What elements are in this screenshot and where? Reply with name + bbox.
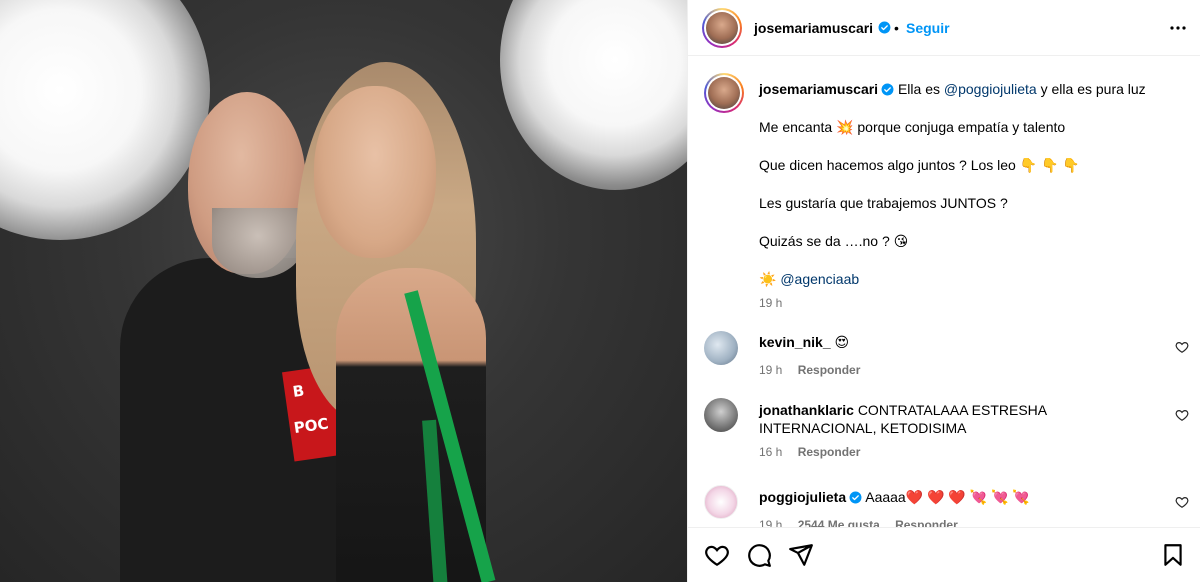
comment-meta: 19 h 2544 Me gusta Responder (759, 518, 1159, 527)
caption-line-5: Quizás se da ….no ? 😘 (759, 233, 909, 249)
caption-avatar[interactable] (704, 73, 744, 113)
man-beard (212, 208, 304, 278)
comment-username[interactable]: jonathanklaric (759, 402, 854, 418)
comment-item: poggiojulieta Aaaaa❤️ ❤️ ❤️ 💘 💘 💘 19 h 2… (759, 488, 1159, 527)
caption-line-1: josemariamuscari Ella es @poggiojulieta … (759, 80, 1179, 98)
caption-text-after: y ella es pura luz (1036, 81, 1146, 97)
comment-like-heart-icon[interactable] (1175, 408, 1189, 422)
comment-icon[interactable] (746, 542, 772, 568)
caption-line-3: Que dicen hacemos algo juntos ? Los leo … (759, 157, 1080, 173)
caption-time: 19 h (759, 296, 783, 310)
comment-avatar[interactable] (704, 485, 738, 519)
caption: josemariamuscari Ella es @poggiojulieta … (759, 80, 1179, 310)
post-photo[interactable]: B POC (0, 0, 687, 582)
caption-line-2: Me encanta 💥 porque conjuga empatía y ta… (759, 119, 1066, 135)
reply-button[interactable]: Responder (895, 518, 958, 527)
comment-text: Aaaaa❤️ ❤️ ❤️ 💘 💘 💘 (865, 489, 1030, 505)
woman-face (314, 86, 436, 258)
caption-line-6: ☀️ @agenciaab (759, 270, 1179, 288)
comment-like-heart-icon[interactable] (1175, 495, 1189, 509)
comment-username[interactable]: kevin_nik_ (759, 334, 831, 350)
verified-badge-icon (881, 83, 894, 96)
comment-item: jonathanklaric CONTRATALAAA ESTRESHA INT… (759, 401, 1159, 459)
wall-lamp-right (500, 0, 687, 190)
sun-emoji: ☀️ (759, 271, 777, 287)
author-avatar[interactable] (702, 8, 742, 48)
heart-icon[interactable] (704, 542, 730, 568)
comments-area[interactable]: josemariamuscari Ella es @poggiojulieta … (688, 57, 1200, 527)
comment-likes[interactable]: 2544 Me gusta (798, 518, 880, 527)
shirt-print-text-2: POC (292, 414, 330, 438)
comment-time: 19 h (759, 363, 783, 377)
author-username[interactable]: josemariamuscari (754, 20, 873, 36)
post-header: josemariamuscari • Seguir (688, 0, 1200, 56)
comment-body: kevin_nik_ 😍 (759, 333, 1139, 351)
send-icon[interactable] (788, 542, 814, 568)
more-options-icon[interactable] (1166, 16, 1190, 40)
separator-dot: • (894, 20, 899, 36)
comment-like-heart-icon[interactable] (1175, 340, 1189, 354)
reply-button[interactable]: Responder (798, 445, 861, 459)
comment-time: 16 h (759, 445, 783, 459)
verified-badge-icon (878, 21, 891, 34)
comment-text: 😍 (834, 334, 850, 350)
caption-text-before: Ella es (897, 81, 944, 97)
comment-meta: 19 h Responder (759, 363, 1139, 377)
comment-body: poggiojulieta Aaaaa❤️ ❤️ ❤️ 💘 💘 💘 (759, 488, 1159, 506)
caption-username[interactable]: josemariamuscari (759, 81, 878, 97)
caption-mention-agency[interactable]: @agenciaab (780, 271, 859, 287)
comment-username[interactable]: poggiojulieta (759, 489, 846, 505)
reply-button[interactable]: Responder (798, 363, 861, 377)
comment-meta: 16 h Responder (759, 445, 1159, 459)
bookmark-icon[interactable] (1160, 542, 1186, 568)
caption-mention[interactable]: @poggiojulieta (944, 81, 1037, 97)
verified-badge-icon (849, 491, 862, 504)
comment-avatar[interactable] (704, 331, 738, 365)
comment-time: 19 h (759, 518, 783, 527)
shirt-print-text-1: B (291, 381, 306, 401)
wall-lamp-left (0, 0, 210, 240)
post-side-panel: josemariamuscari • Seguir josemariamusca… (687, 0, 1200, 582)
comment-avatar[interactable] (704, 398, 738, 432)
comment-body: jonathanklaric CONTRATALAAA ESTRESHA INT… (759, 401, 1159, 437)
follow-button[interactable]: Seguir (906, 20, 950, 36)
comment-item: kevin_nik_ 😍 19 h Responder (759, 333, 1139, 377)
post-action-bar (688, 527, 1200, 582)
caption-line-4: Les gustaría que trabajemos JUNTOS ? (759, 195, 1008, 211)
